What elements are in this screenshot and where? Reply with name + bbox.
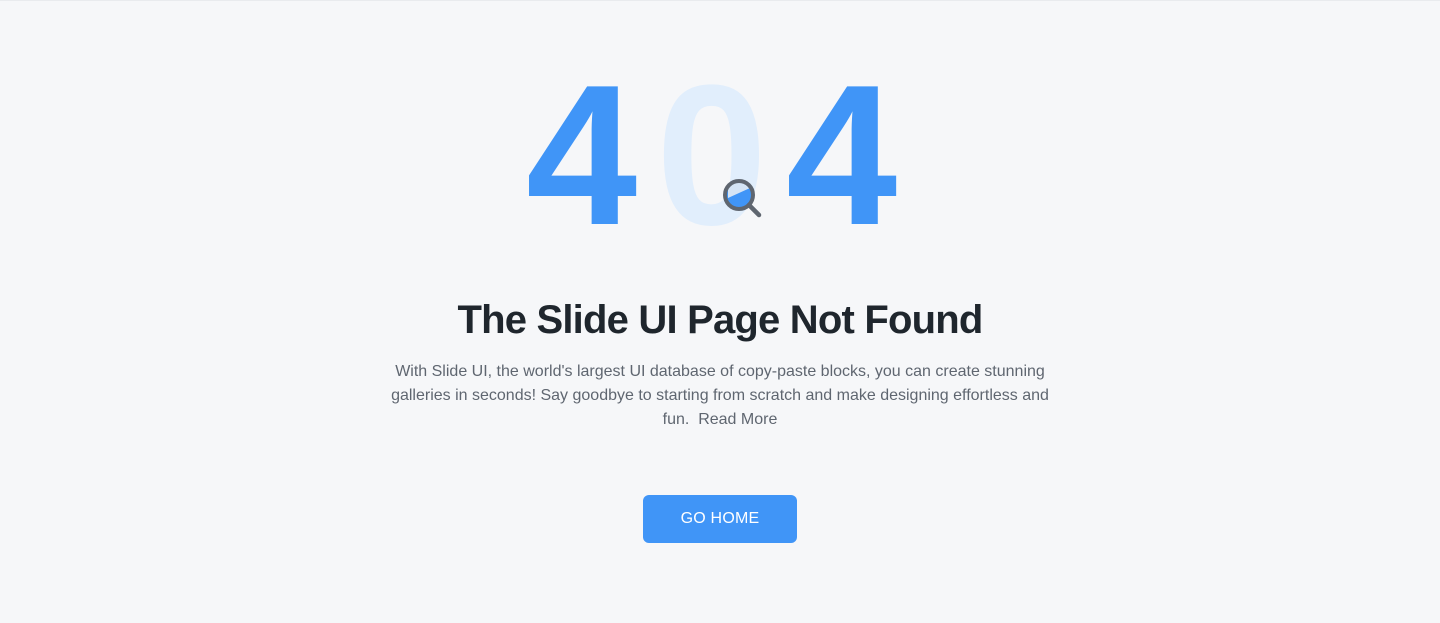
digit-four-right: 4 [786,44,897,267]
error-404-illustration: 4 0 4 [520,44,920,267]
description: With Slide UI, the world's largest UI da… [390,360,1050,432]
page-title: The Slide UI Page Not Found [457,298,983,342]
search-icon [723,179,762,218]
not-found-content: The Slide UI Page Not Found With Slide U… [0,296,1440,432]
read-more-link[interactable]: Read More [698,411,777,428]
go-home-button[interactable]: GO HOME [643,495,797,543]
top-divider [0,0,1440,1]
digit-four-left: 4 [526,44,637,267]
